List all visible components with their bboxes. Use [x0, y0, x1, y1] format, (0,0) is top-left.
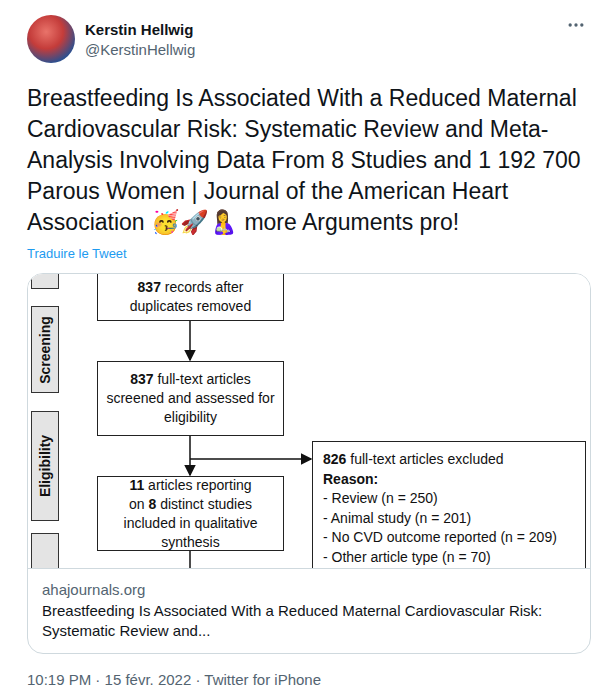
- author-handle[interactable]: @KerstinHellwig: [85, 41, 556, 58]
- card-domain: ahajournals.org: [42, 581, 576, 598]
- tweet-header: Kerstin Hellwig @KerstinHellwig: [27, 15, 590, 63]
- card-footer: ahajournals.org Breastfeeding Is Associat…: [28, 569, 590, 653]
- tweet-page: Kerstin Hellwig @KerstinHellwig Breastfeed…: [0, 0, 600, 688]
- link-card[interactable]: Screening Eligibility 837records after dup…: [27, 273, 591, 654]
- flow-diagram: Screening Eligibility 837records after dup…: [28, 274, 590, 569]
- flow-box: 837records after duplicates removed: [97, 274, 284, 321]
- timestamp[interactable]: 10:19 PM · 15 févr. 2022 · Twitter for i…: [27, 671, 590, 688]
- label: full-text articles excluded: [350, 451, 503, 467]
- flow-box-text: 837records after duplicates removed: [106, 278, 275, 316]
- reason-label: Reason:: [323, 470, 575, 490]
- flow-box-text: 11articles reporting on8distinct studies…: [106, 476, 275, 552]
- stage-box: [31, 533, 59, 569]
- avatar[interactable]: [27, 15, 75, 63]
- more-button[interactable]: [566, 15, 586, 35]
- flow-box-text: 837full-text articles screened and asses…: [106, 370, 275, 427]
- excluded-heading: 826full-text articles excluded: [323, 450, 575, 470]
- count: 826: [323, 451, 346, 467]
- stage-box: [31, 274, 59, 289]
- stage-label: Eligibility: [37, 435, 53, 497]
- reason-item: - Other article type (n = 70): [323, 548, 575, 568]
- excluded-box: 826full-text articles excluded Reason:- R…: [312, 441, 586, 569]
- count: 837: [138, 279, 161, 295]
- flow-box: 11articles reporting on8distinct studies…: [97, 476, 284, 551]
- stage-label: Screening: [37, 316, 53, 384]
- stage-box: Screening: [31, 306, 59, 393]
- reason-item: - No CVD outcome reported (n = 209): [323, 528, 575, 548]
- translate-link[interactable]: Traduire le Tweet: [27, 246, 590, 261]
- reason-item: - Review (n = 250): [323, 489, 575, 509]
- stage-box: Eligibility: [31, 411, 59, 521]
- tweet-text: Breastfeeding Is Associated With a Reduc…: [27, 83, 590, 238]
- author-name[interactable]: Kerstin Hellwig: [85, 21, 556, 38]
- count: 8: [148, 496, 156, 512]
- count: 11: [129, 477, 144, 493]
- excluded-heading-text: 826full-text articles excluded: [323, 451, 504, 467]
- reason-item: - Animal study (n = 201): [323, 509, 575, 529]
- more-icon[interactable]: [566, 15, 586, 35]
- count: 837: [130, 371, 153, 387]
- card-title: Breastfeeding Is Associated With a Reduc…: [42, 601, 576, 641]
- flow-box: 837full-text articles screened and asses…: [97, 361, 284, 436]
- author: Kerstin Hellwig @KerstinHellwig: [85, 21, 556, 58]
